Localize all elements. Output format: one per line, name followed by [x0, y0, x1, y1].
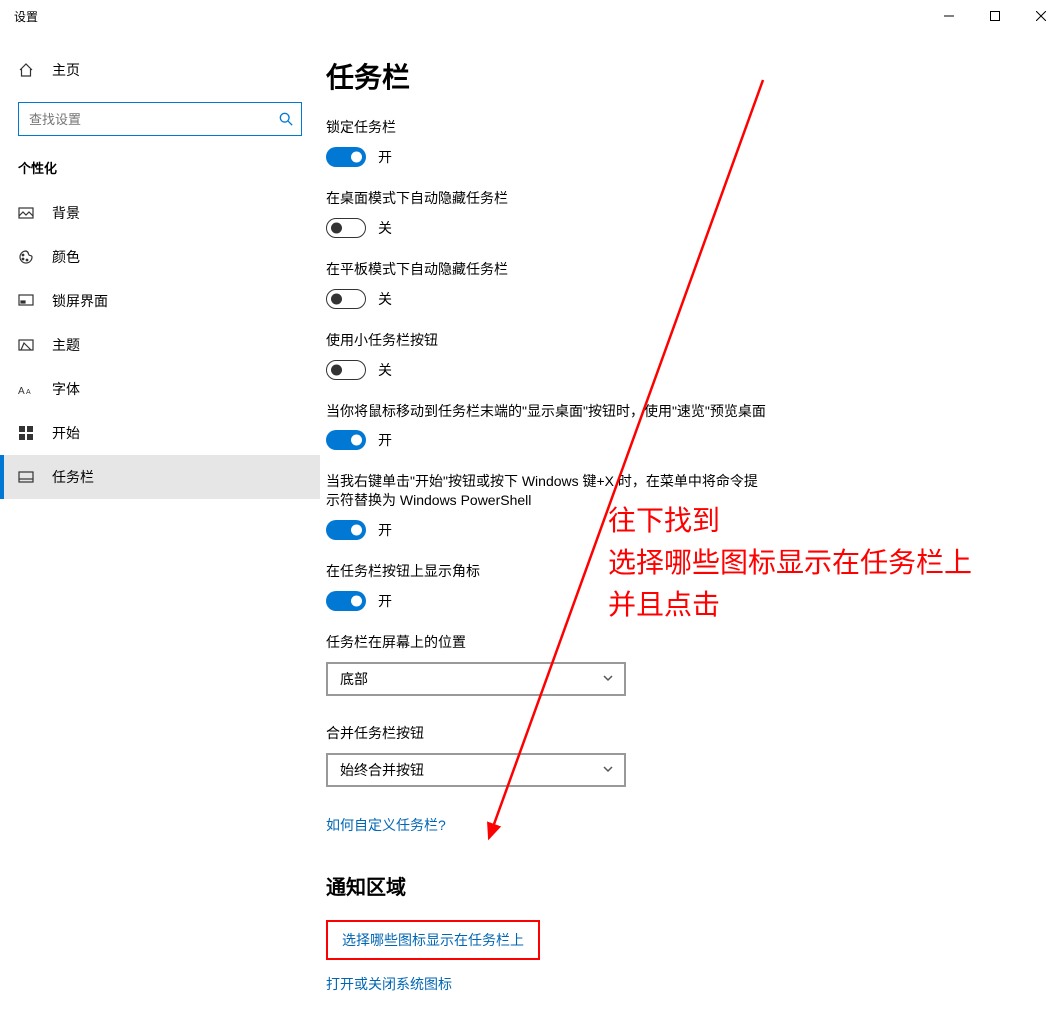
system-icons-link[interactable]: 打开或关闭系统图标: [326, 974, 1024, 994]
toggle-peek-desktop[interactable]: [326, 430, 366, 450]
search-icon: [278, 111, 294, 127]
toggle-lock-taskbar[interactable]: [326, 147, 366, 167]
palette-icon: [18, 249, 34, 265]
customize-link[interactable]: 如何自定义任务栏?: [326, 815, 1024, 835]
window-title: 设置: [14, 8, 38, 25]
sidebar-item-taskbar[interactable]: 任务栏: [0, 455, 320, 499]
start-icon: [18, 425, 34, 441]
setting-label: 合并任务栏按钮: [326, 724, 766, 743]
picture-icon: [18, 205, 34, 221]
setting-label: 使用小任务栏按钮: [326, 331, 766, 350]
svg-text:A: A: [18, 386, 25, 396]
toggle-autohide-desktop[interactable]: [326, 218, 366, 238]
taskbar-icon: [18, 469, 34, 485]
annotation-highlight-box: 选择哪些图标显示在任务栏上: [326, 920, 540, 960]
toggle-badges[interactable]: [326, 591, 366, 611]
close-button[interactable]: [1018, 0, 1064, 32]
home-label: 主页: [52, 60, 80, 80]
fonts-icon: AA: [18, 381, 34, 397]
toggle-state: 开: [378, 520, 392, 540]
sidebar: 主页 个性化 背景 颜色 锁屏界面 主题 AA: [0, 32, 320, 1015]
toggle-autohide-tablet[interactable]: [326, 289, 366, 309]
setting-label: 锁定任务栏: [326, 118, 766, 137]
svg-text:A: A: [26, 389, 31, 396]
sidebar-item-label: 主题: [52, 335, 80, 355]
setting-label: 任务栏在屏幕上的位置: [326, 633, 766, 652]
toggle-state: 开: [378, 591, 392, 611]
home-icon: [18, 62, 34, 78]
sidebar-item-lockscreen[interactable]: 锁屏界面: [0, 279, 320, 323]
sidebar-item-label: 锁屏界面: [52, 291, 108, 311]
toggle-state: 关: [378, 360, 392, 380]
sidebar-item-fonts[interactable]: AA 字体: [0, 367, 320, 411]
sidebar-item-colors[interactable]: 颜色: [0, 235, 320, 279]
dropdown-value: 底部: [340, 669, 368, 689]
home-link[interactable]: 主页: [0, 52, 320, 88]
minimize-button[interactable]: [926, 0, 972, 32]
select-icons-link[interactable]: 选择哪些图标显示在任务栏上: [342, 930, 524, 950]
sidebar-item-label: 任务栏: [52, 467, 94, 487]
dropdown-position[interactable]: 底部: [326, 662, 626, 696]
sidebar-item-start[interactable]: 开始: [0, 411, 320, 455]
search-input[interactable]: [18, 102, 302, 136]
setting-label: 当你将鼠标移动到任务栏末端的"显示桌面"按钮时，使用"速览"预览桌面: [326, 402, 766, 421]
section-notification: 通知区域: [326, 871, 1024, 900]
sidebar-item-background[interactable]: 背景: [0, 191, 320, 235]
toggle-state: 关: [378, 289, 392, 309]
setting-label: 在平板模式下自动隐藏任务栏: [326, 260, 766, 279]
chevron-down-icon: [602, 671, 614, 687]
sidebar-item-themes[interactable]: 主题: [0, 323, 320, 367]
toggle-state: 开: [378, 430, 392, 450]
themes-icon: [18, 337, 34, 353]
category-label: 个性化: [18, 158, 320, 177]
sidebar-item-label: 背景: [52, 203, 80, 223]
page-title: 任务栏: [326, 56, 1024, 96]
dropdown-combine[interactable]: 始终合并按钮: [326, 753, 626, 787]
sidebar-item-label: 颜色: [52, 247, 80, 267]
annotation-text: 往下找到 选择哪些图标显示在任务栏上 并且点击: [608, 500, 972, 626]
chevron-down-icon: [602, 762, 614, 778]
dropdown-value: 始终合并按钮: [340, 760, 424, 780]
toggle-state: 关: [378, 218, 392, 238]
sidebar-item-label: 字体: [52, 379, 80, 399]
titlebar: 设置: [0, 0, 1064, 32]
setting-label: 在桌面模式下自动隐藏任务栏: [326, 189, 766, 208]
sidebar-item-label: 开始: [52, 423, 80, 443]
lockscreen-icon: [18, 293, 34, 309]
toggle-powershell[interactable]: [326, 520, 366, 540]
toggle-small-buttons[interactable]: [326, 360, 366, 380]
maximize-button[interactable]: [972, 0, 1018, 32]
toggle-state: 开: [378, 147, 392, 167]
